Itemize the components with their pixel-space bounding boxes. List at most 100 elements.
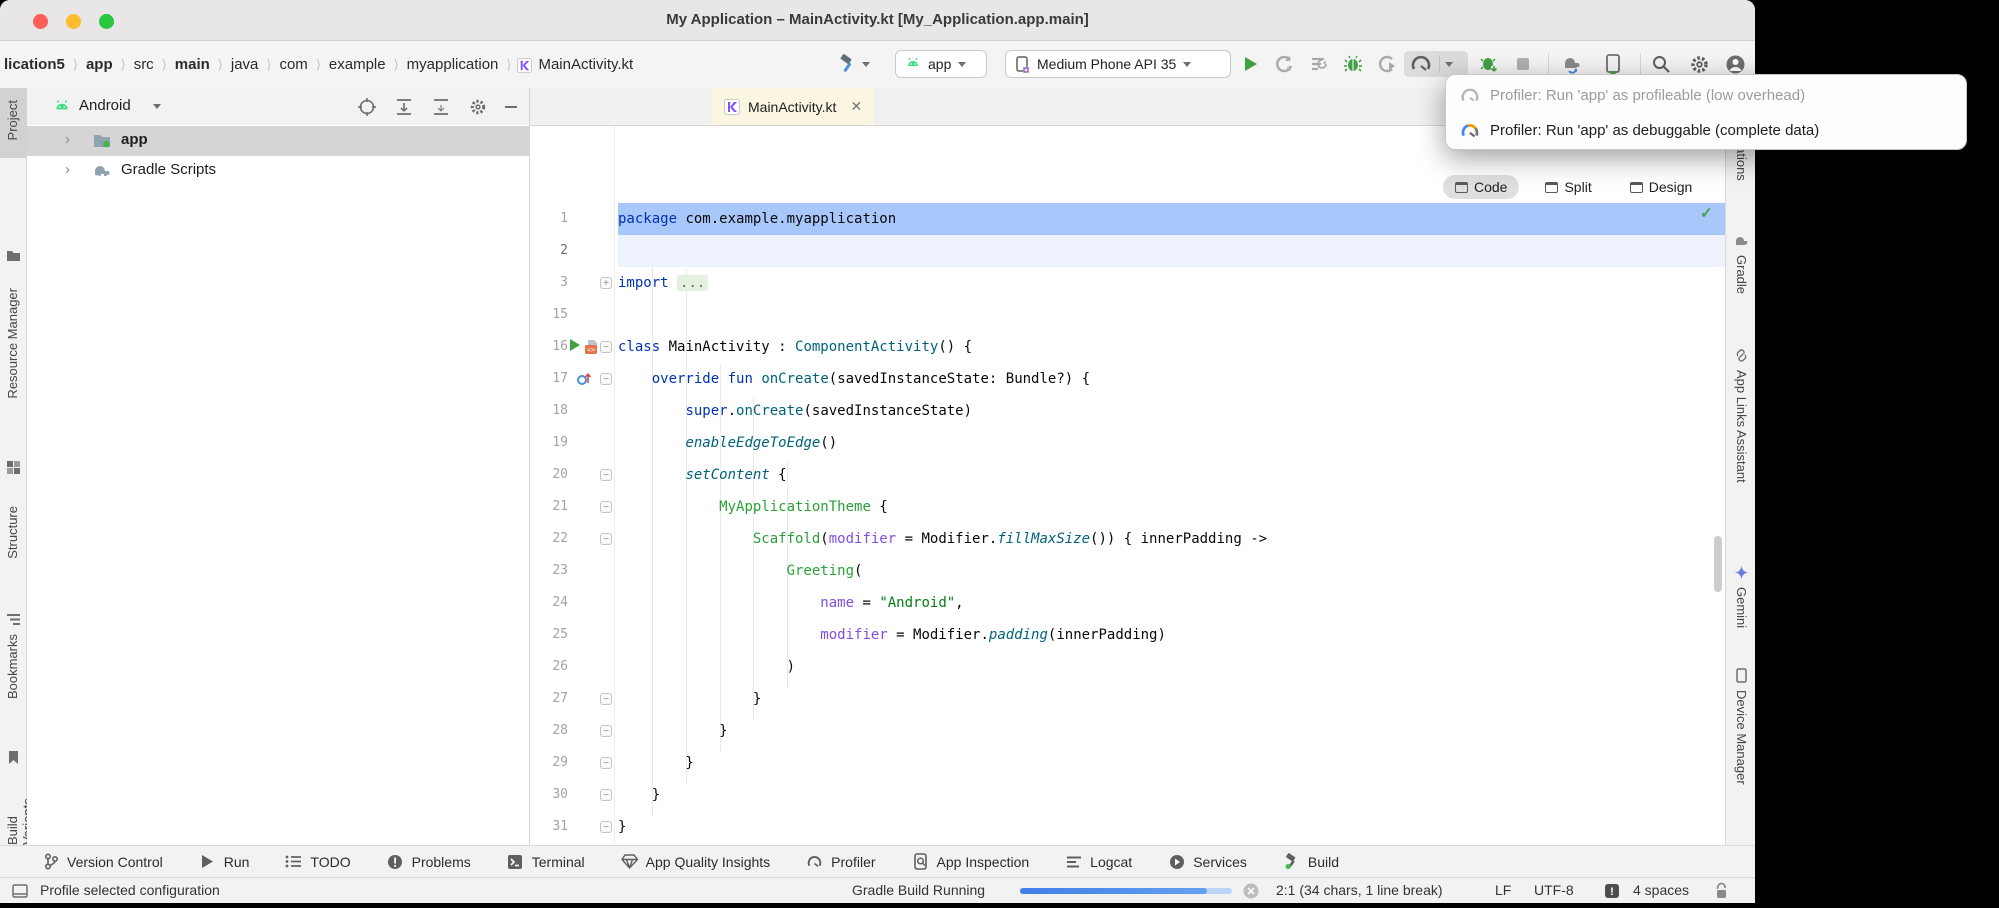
inspections-ok-check-icon[interactable]: ✓ [1700, 204, 1713, 222]
code-line-2[interactable] [618, 235, 1725, 267]
sidebar-label-project[interactable]: Project [5, 100, 20, 140]
editor-scrollbar[interactable] [1714, 536, 1722, 592]
tree-row-app[interactable]: › app [27, 126, 529, 156]
apply-changes-icon[interactable] [1478, 53, 1500, 75]
project-view-dropdown-arrow[interactable] [153, 104, 161, 109]
folder-icon[interactable] [6, 248, 21, 263]
attach-profiler-icon[interactable] [1376, 53, 1398, 75]
code-line-15[interactable] [618, 299, 1725, 331]
debug-button[interactable] [1342, 53, 1364, 75]
tool-window-button-build[interactable]: Build [1283, 853, 1339, 870]
fold-marker[interactable]: − [600, 501, 612, 513]
device-manager-tab-icon[interactable] [1734, 668, 1749, 683]
stop-button[interactable] [1512, 53, 1534, 75]
run-configuration-select[interactable]: app [895, 50, 987, 78]
fold-marker[interactable]: − [600, 693, 612, 705]
menu-item-profileable[interactable]: Profiler: Run 'app' as profileable (low … [1446, 78, 1966, 113]
hide-panel-icon[interactable] [501, 97, 521, 117]
expand-all-icon[interactable] [394, 97, 414, 117]
breadcrumb-item[interactable]: src [132, 56, 156, 73]
code-line-20[interactable]: setContent { [618, 459, 1725, 491]
attach-debugger-icon[interactable]: A [1274, 53, 1296, 75]
tool-window-button-version-control[interactable]: Version Control [42, 853, 163, 870]
menu-item-debuggable[interactable]: Profiler: Run 'app' as debuggable (compl… [1446, 113, 1966, 148]
notifications-icon[interactable]: ! [1604, 883, 1620, 899]
tool-window-button-app-inspection[interactable]: App Inspection [912, 853, 1030, 870]
code-line-22[interactable]: Scaffold(modifier = Modifier.fillMaxSize… [618, 523, 1725, 555]
code-line-26[interactable]: ) [618, 651, 1725, 683]
caret-position-widget[interactable]: 2:1 (34 chars, 1 line break) [1276, 882, 1443, 898]
indent-widget[interactable]: 4 spaces [1633, 882, 1689, 898]
run-class-gutter-icon[interactable] [570, 339, 580, 355]
account-avatar-icon[interactable] [1724, 53, 1746, 75]
close-tab-icon[interactable]: ✕ [850, 98, 862, 115]
sidebar-item-app-links-assistant[interactable]: App Links Assistant [1734, 370, 1749, 483]
fold-marker[interactable]: − [600, 469, 612, 481]
tree-label[interactable]: app [121, 131, 148, 148]
code-line-27[interactable]: } [618, 683, 1725, 715]
line-ending-widget[interactable]: LF [1495, 882, 1511, 898]
code-line-31[interactable]: } [618, 811, 1725, 843]
fold-marker[interactable]: − [600, 821, 612, 833]
resource-manager-icon[interactable] [6, 460, 21, 475]
breadcrumb-item[interactable]: example [327, 56, 388, 73]
breadcrumb-item[interactable]: lication5 [2, 56, 67, 73]
compose-preview-gutter-icon[interactable]: <> [584, 339, 600, 355]
fold-marker[interactable]: − [600, 725, 612, 737]
select-opened-file-icon[interactable] [357, 97, 377, 117]
tool-window-button-terminal[interactable]: Terminal [507, 853, 585, 870]
bookmark-icon[interactable] [6, 750, 21, 765]
fold-marker[interactable]: − [600, 373, 612, 385]
sidebar-item-bookmarks[interactable]: Bookmarks [5, 634, 20, 699]
fold-marker[interactable]: − [600, 789, 612, 801]
layout-dock-icon[interactable] [12, 883, 28, 899]
fold-marker[interactable]: − [600, 341, 612, 353]
sidebar-item-structure[interactable]: Structure [5, 506, 20, 559]
sidebar-item-device-manager[interactable]: Device Manager [1734, 690, 1749, 785]
code-line-25[interactable]: modifier = Modifier.padding(innerPadding… [618, 619, 1725, 651]
sidebar-item-resource-manager[interactable]: Resource Manager [5, 288, 20, 399]
build-dropdown-arrow[interactable] [862, 62, 870, 67]
tool-window-button-run[interactable]: Run [199, 853, 250, 870]
cancel-build-icon[interactable] [1243, 883, 1259, 899]
chevron-right-icon[interactable]: › [65, 131, 70, 148]
code-editor[interactable]: 1package com.example.myapplication23+imp… [530, 126, 1725, 845]
device-select[interactable]: Medium Phone API 35 [1005, 50, 1231, 78]
code-line-18[interactable]: super.onCreate(savedInstanceState) [618, 395, 1725, 427]
mode-code[interactable]: Code [1443, 175, 1519, 199]
structure-icon[interactable] [6, 612, 21, 627]
code-line-24[interactable]: name = "Android", [618, 587, 1725, 619]
tool-window-button-logcat[interactable]: Logcat [1065, 853, 1132, 870]
app-links-assistant-icon[interactable] [1734, 348, 1749, 363]
device-manager-icon[interactable] [1602, 53, 1624, 75]
panel-settings-gear-icon[interactable] [468, 97, 488, 117]
code-line-19[interactable]: enableEdgeToEdge() [618, 427, 1725, 459]
sidebar-item-gradle[interactable]: Gradle [1734, 255, 1749, 294]
gradle-sync-icon[interactable] [1560, 53, 1582, 75]
breadcrumb-item[interactable]: java [229, 56, 261, 73]
code-line-28[interactable]: } [618, 715, 1725, 747]
mode-design[interactable]: Design [1618, 175, 1705, 199]
sidebar-item-gemini[interactable]: Gemini [1734, 587, 1749, 628]
breadcrumb-item[interactable]: MainActivity.kt [536, 56, 635, 73]
gradle-icon[interactable] [1734, 233, 1749, 248]
project-view-selector[interactable]: Android [79, 97, 131, 114]
encoding-widget[interactable]: UTF-8 [1534, 882, 1574, 898]
unlocked-padlock-icon[interactable] [1714, 882, 1729, 899]
tool-window-button-problems[interactable]: Problems [387, 853, 471, 870]
code-line-23[interactable]: Greeting( [618, 555, 1725, 587]
run-with-profile-icon[interactable] [1308, 53, 1330, 75]
breadcrumb-item[interactable]: main [173, 56, 212, 73]
tool-window-button-todo[interactable]: TODO [285, 853, 350, 870]
code-line-3[interactable]: import ... [618, 267, 1725, 299]
tree-label[interactable]: Gradle Scripts [121, 161, 216, 178]
tool-window-button-services[interactable]: Services [1168, 853, 1247, 870]
mode-split[interactable]: Split [1533, 175, 1603, 199]
collapse-all-icon[interactable] [431, 97, 451, 117]
settings-gear-icon[interactable] [1688, 53, 1710, 75]
code-line-21[interactable]: MyApplicationTheme { [618, 491, 1725, 523]
code-line-29[interactable]: } [618, 747, 1725, 779]
code-line-17[interactable]: override fun onCreate(savedInstanceState… [618, 363, 1725, 395]
code-line-16[interactable]: class MainActivity : ComponentActivity()… [618, 331, 1725, 363]
fold-marker[interactable]: − [600, 757, 612, 769]
